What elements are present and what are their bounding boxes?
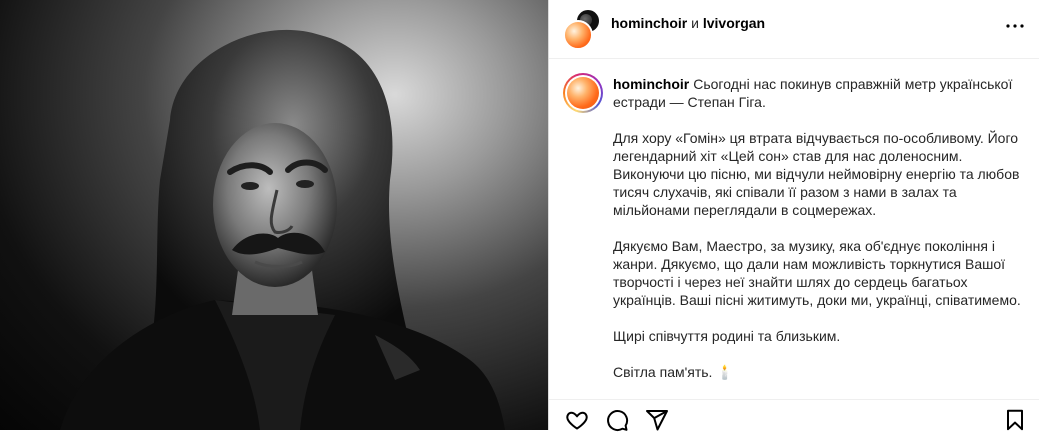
caption-username[interactable]: hominchoir: [613, 76, 689, 92]
collab-avatars[interactable]: [563, 8, 603, 50]
caption-first-paragraph: hominchoir Сьогодні нас покинув справжній…: [613, 75, 1027, 111]
comment-icon[interactable]: [605, 408, 629, 432]
heart-icon[interactable]: [565, 408, 589, 432]
post-header: hominchoir и lvivorgan: [549, 0, 1039, 59]
post-actions-bar: [549, 399, 1039, 432]
post-authors: hominchoir и lvivorgan: [611, 14, 765, 32]
bookmark-icon[interactable]: [1003, 408, 1027, 432]
caption-area: hominchoir Сьогодні нас покинув справжній…: [549, 59, 1039, 399]
caption-avatar-image: [567, 77, 599, 109]
caption-text: hominchoir Сьогодні нас покинув справжній…: [613, 75, 1027, 399]
post-side-panel: hominchoir и lvivorgan hominchoir Сьогодн…: [548, 0, 1039, 432]
instagram-post-view: hominchoir и lvivorgan hominchoir Сьогодн…: [0, 0, 1039, 432]
avatar-hominchoir[interactable]: [563, 20, 593, 50]
caption-avatar-story-ring[interactable]: [563, 73, 603, 113]
caption-paragraph-3: Дякуємо Вам, Маестро, за музику, яка об'…: [613, 238, 1021, 308]
more-icon[interactable]: [1003, 14, 1027, 38]
share-icon[interactable]: [645, 408, 669, 432]
portrait-illustration: [60, 29, 505, 430]
caption-paragraph-4: Щирі співчуття родині та близьким.: [613, 328, 841, 344]
caption-paragraph-2: Для хору «Гомін» ця втрата відчувається …: [613, 130, 1020, 218]
author-link-lvivorgan[interactable]: lvivorgan: [703, 15, 765, 31]
post-image[interactable]: [0, 0, 548, 430]
author-link-hominchoir[interactable]: hominchoir: [611, 15, 687, 31]
caption-paragraph-5: Світла пам'ять. 🕯️: [613, 364, 734, 380]
authors-conjunction: и: [691, 15, 699, 31]
